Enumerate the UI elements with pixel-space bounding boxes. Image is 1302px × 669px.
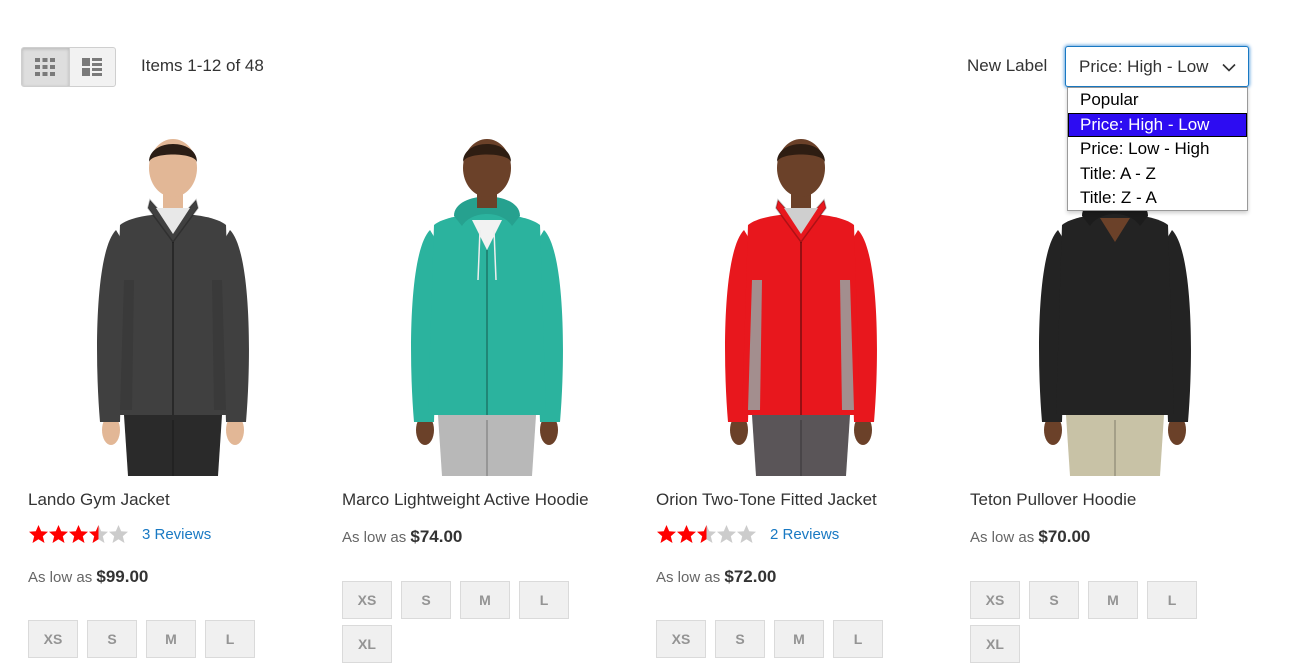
product-name-link[interactable]: Marco Lightweight Active Hoodie (342, 490, 589, 510)
size-swatch[interactable]: L (205, 620, 255, 658)
product-rating: 2 Reviews (656, 524, 839, 544)
size-swatch[interactable]: XL (970, 625, 1020, 663)
product-image[interactable] (656, 130, 946, 476)
rating-stars (656, 524, 756, 544)
star-icon (29, 525, 48, 543)
price-prefix: As low as (28, 569, 93, 586)
product-name-link[interactable]: Teton Pullover Hoodie (970, 490, 1136, 510)
product-image[interactable] (28, 130, 318, 476)
grid-view-button[interactable] (22, 48, 69, 86)
product-name-link[interactable]: Lando Gym Jacket (28, 490, 170, 510)
product-name-link[interactable]: Orion Two-Tone Fitted Jacket (656, 490, 877, 510)
toolbar-amount: Items 1-12 of 48 (141, 56, 264, 75)
size-swatch[interactable]: XS (970, 581, 1020, 619)
price-value: $74.00 (410, 527, 463, 546)
rating-stars (28, 524, 128, 544)
sort-option[interactable]: Popular (1068, 88, 1247, 113)
size-swatch[interactable]: M (1088, 581, 1138, 619)
star-icon (49, 525, 68, 543)
size-swatch[interactable]: XS (28, 620, 78, 658)
sort-by-select[interactable]: Price: High - Low (1065, 46, 1249, 87)
star-icon (697, 525, 716, 543)
size-swatch[interactable]: L (1147, 581, 1197, 619)
product-rating: 3 Reviews (28, 524, 211, 544)
size-swatch[interactable]: L (519, 581, 569, 619)
size-swatches: XS S M L XL (342, 581, 602, 669)
size-swatch[interactable]: S (87, 620, 137, 658)
size-swatch[interactable]: XS (656, 620, 706, 658)
product-price: As low as $70.00 (970, 527, 1090, 547)
size-swatch[interactable]: S (715, 620, 765, 658)
star-icon (69, 525, 88, 543)
price-value: $99.00 (96, 567, 149, 586)
sort-option[interactable]: Price: Low - High (1068, 137, 1247, 162)
sort-by-label: New Label (967, 56, 1048, 75)
star-icon (737, 525, 756, 543)
size-swatch[interactable]: S (1029, 581, 1079, 619)
sort-option[interactable]: Price: High - Low (1068, 112, 1247, 137)
star-icon (657, 525, 676, 543)
product-image[interactable] (342, 130, 632, 476)
product-price: As low as $72.00 (656, 567, 776, 587)
list-view-button[interactable] (68, 48, 116, 86)
size-swatch[interactable]: XL (342, 625, 392, 663)
price-prefix: As low as (342, 529, 407, 546)
size-swatches: XS S M L (656, 620, 916, 664)
star-icon (89, 525, 108, 543)
reviews-link[interactable]: 3 Reviews (142, 526, 211, 543)
view-mode-switcher (21, 47, 116, 87)
price-value: $72.00 (724, 567, 777, 586)
list-icon (82, 58, 103, 76)
size-swatch[interactable]: M (146, 620, 196, 658)
size-swatches: XS S M L (28, 620, 288, 664)
size-swatch[interactable]: S (401, 581, 451, 619)
product-price: As low as $99.00 (28, 567, 148, 587)
sort-by-options: Popular Price: High - Low Price: Low - Hig… (1067, 87, 1248, 211)
size-swatch[interactable]: L (833, 620, 883, 658)
star-icon (677, 525, 696, 543)
price-value: $70.00 (1038, 527, 1091, 546)
chevron-down-icon (1222, 63, 1236, 72)
star-icon (109, 525, 128, 543)
reviews-link[interactable]: 2 Reviews (770, 526, 839, 543)
size-swatch[interactable]: M (774, 620, 824, 658)
price-prefix: As low as (970, 529, 1035, 546)
size-swatch[interactable]: XS (342, 581, 392, 619)
price-prefix: As low as (656, 569, 721, 586)
sort-option[interactable]: Title: Z - A (1068, 186, 1247, 210)
grid-icon (35, 58, 56, 76)
size-swatches: XS S M L XL (970, 581, 1230, 669)
sort-option[interactable]: Title: A - Z (1068, 162, 1247, 187)
star-icon (717, 525, 736, 543)
product-price: As low as $74.00 (342, 527, 462, 547)
size-swatch[interactable]: M (460, 581, 510, 619)
sort-by-value: Price: High - Low (1079, 56, 1209, 76)
